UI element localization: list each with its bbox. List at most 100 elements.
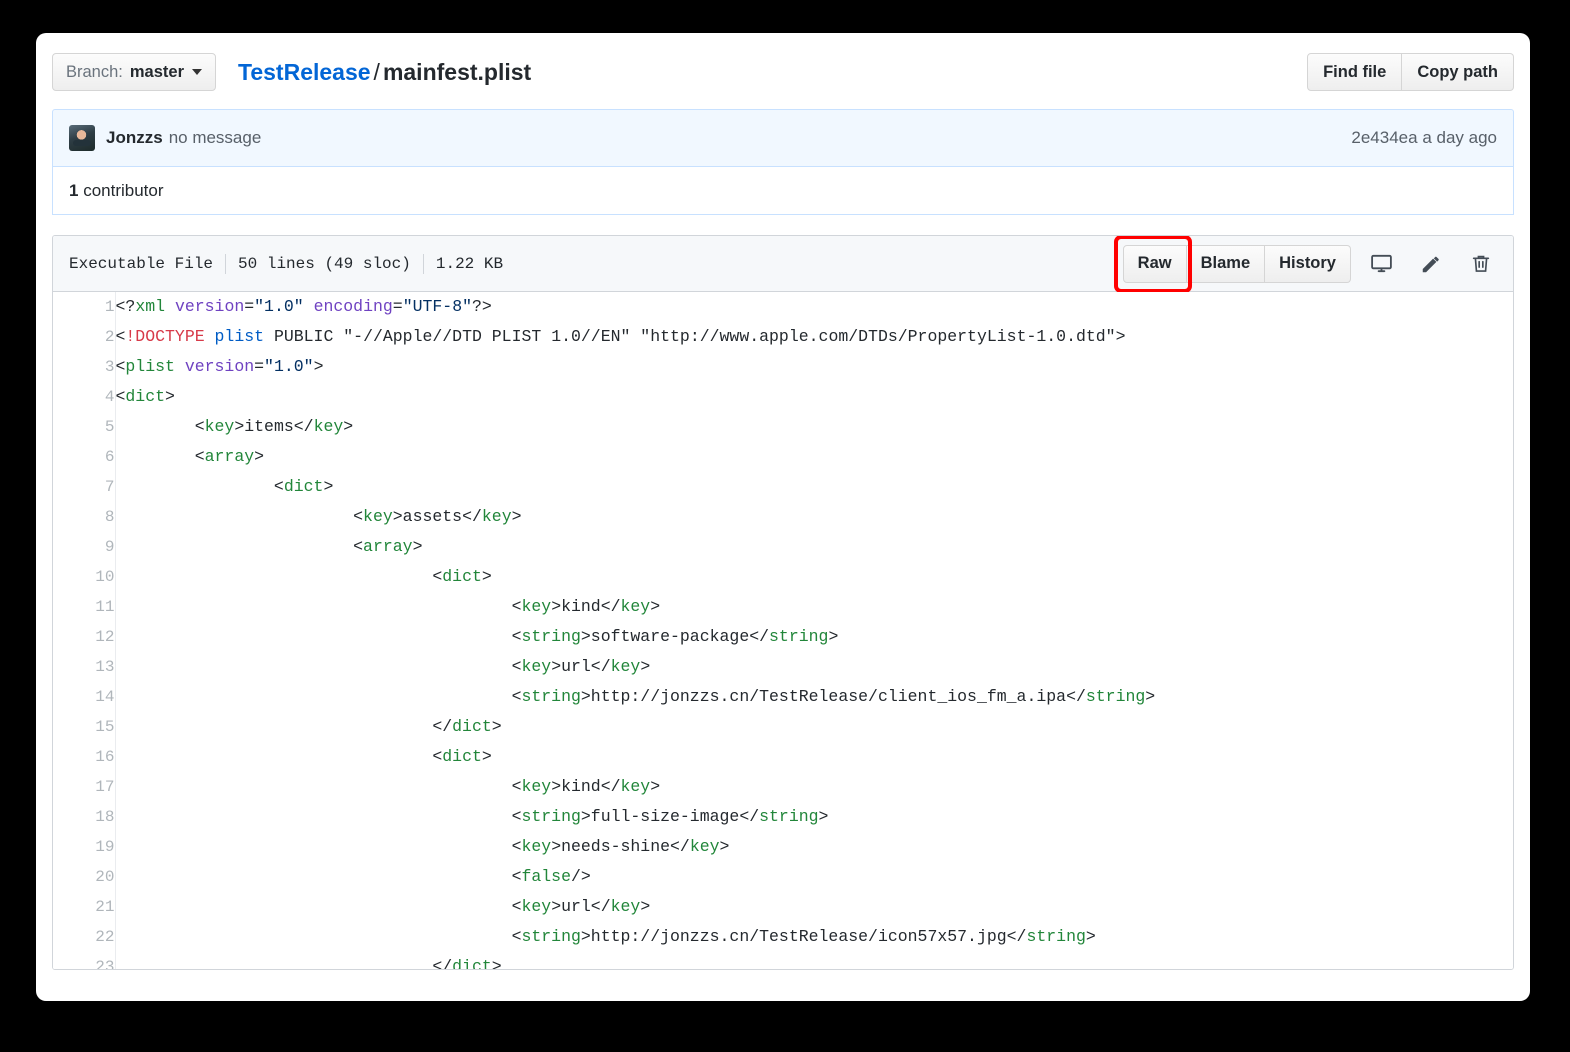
code-line-content: <dict>	[115, 562, 1513, 592]
code-token-tag: key	[611, 657, 641, 676]
code-line-row: 9 <array>	[53, 532, 1513, 562]
breadcrumb-separator: /	[371, 59, 383, 85]
code-token-plain: PUBLIC "-//Apple//DTD PLIST 1.0//EN" "ht…	[264, 327, 1125, 346]
trash-icon[interactable]	[1461, 245, 1501, 283]
line-number[interactable]: 3	[53, 352, 115, 382]
file-meta-bar: Executable File 50 lines (49 sloc) 1.22 …	[53, 236, 1513, 292]
desktop-icon[interactable]	[1361, 245, 1401, 283]
line-number[interactable]: 10	[53, 562, 115, 592]
code-token-plain: >full-size-image</	[581, 807, 759, 826]
line-number[interactable]: 8	[53, 502, 115, 532]
code-token-tag: key	[521, 777, 551, 796]
line-number[interactable]: 11	[53, 592, 115, 622]
line-number[interactable]: 2	[53, 322, 115, 352]
line-number[interactable]: 22	[53, 922, 115, 952]
code-token-tag: key	[690, 837, 720, 856]
code-token-plain: >	[413, 537, 423, 556]
code-line-row: 19 <key>needs-shine</key>	[53, 832, 1513, 862]
code-token-plain: >	[492, 957, 502, 970]
line-number[interactable]: 23	[53, 952, 115, 970]
code-token-attr: encoding	[314, 297, 393, 316]
line-number[interactable]: 21	[53, 892, 115, 922]
line-number[interactable]: 19	[53, 832, 115, 862]
code-viewer[interactable]: 1<?xml version="1.0" encoding="UTF-8"?>2…	[53, 292, 1513, 970]
commit-author-link[interactable]: Jonzzs	[106, 128, 163, 148]
file-actions: Raw Blame History	[1123, 245, 1501, 283]
contributors-label: contributor	[83, 181, 163, 200]
code-token-plain: </	[116, 957, 453, 970]
branch-selector-button[interactable]: Branch: master	[52, 53, 216, 91]
code-token-tag: string	[521, 807, 580, 826]
code-token-plain: >	[640, 657, 650, 676]
code-token-tag: plist	[125, 357, 175, 376]
code-token-tag: key	[611, 897, 641, 916]
code-token-tag: dict	[284, 477, 324, 496]
line-number[interactable]: 15	[53, 712, 115, 742]
code-line-row: 4<dict>	[53, 382, 1513, 412]
code-line-row: 21 <key>url</key>	[53, 892, 1513, 922]
line-number[interactable]: 14	[53, 682, 115, 712]
code-line-row: 11 <key>kind</key>	[53, 592, 1513, 622]
line-number[interactable]: 9	[53, 532, 115, 562]
copy-path-button[interactable]: Copy path	[1402, 53, 1514, 91]
line-number[interactable]: 20	[53, 862, 115, 892]
code-token-attr: version	[185, 357, 254, 376]
code-token-plain: <	[116, 357, 126, 376]
code-line-content: <key>assets</key>	[115, 502, 1513, 532]
code-token-plain: <	[116, 627, 522, 646]
line-number[interactable]: 13	[53, 652, 115, 682]
code-token-tag: key	[363, 507, 393, 526]
code-token-plain	[205, 327, 215, 346]
code-line-row: 17 <key>kind</key>	[53, 772, 1513, 802]
code-line-row: 22 <string>http://jonzzs.cn/TestRelease/…	[53, 922, 1513, 952]
commit-sha[interactable]: 2e434ea	[1351, 128, 1417, 147]
latest-commit-row: Jonzzs no message 2e434ea a day ago	[53, 110, 1513, 166]
code-token-tag: string	[759, 807, 818, 826]
file-page-card: Branch: master TestRelease/mainfest.plis…	[36, 33, 1530, 1001]
line-number[interactable]: 5	[53, 412, 115, 442]
line-number[interactable]: 1	[53, 292, 115, 322]
line-number[interactable]: 12	[53, 622, 115, 652]
code-token-plain: ?>	[472, 297, 492, 316]
breadcrumb-repo-link[interactable]: TestRelease	[238, 59, 371, 85]
code-token-plain: >	[650, 777, 660, 796]
code-token-str: "1.0"	[254, 297, 304, 316]
code-token-tag: key	[482, 507, 512, 526]
code-line-row: 12 <string>software-package</string>	[53, 622, 1513, 652]
line-number[interactable]: 7	[53, 472, 115, 502]
line-number[interactable]: 17	[53, 772, 115, 802]
line-number[interactable]: 6	[53, 442, 115, 472]
code-token-tag: key	[521, 597, 551, 616]
code-token-plain: <?	[116, 297, 136, 316]
line-number[interactable]: 16	[53, 742, 115, 772]
commit-message: no message	[169, 128, 262, 148]
line-number[interactable]: 4	[53, 382, 115, 412]
code-token-tag: dict	[452, 957, 492, 970]
file-line-count: 50 lines (49 sloc)	[226, 255, 423, 273]
pencil-icon[interactable]	[1411, 245, 1451, 283]
find-file-button[interactable]: Find file	[1307, 53, 1402, 91]
blame-button[interactable]: Blame	[1187, 245, 1266, 283]
code-token-tag: string	[521, 687, 580, 706]
line-number[interactable]: 18	[53, 802, 115, 832]
code-table: 1<?xml version="1.0" encoding="UTF-8"?>2…	[53, 292, 1513, 970]
code-line-row: 20 <false/>	[53, 862, 1513, 892]
avatar	[69, 125, 95, 151]
file-content-box: Executable File 50 lines (49 sloc) 1.22 …	[52, 235, 1514, 970]
code-line-content: <key>url</key>	[115, 892, 1513, 922]
code-token-plain: <	[116, 327, 126, 346]
code-token-plain: </	[116, 717, 453, 736]
code-line-content: <string>software-package</string>	[115, 622, 1513, 652]
code-line-content: <key>items</key>	[115, 412, 1513, 442]
code-token-plain: />	[571, 867, 591, 886]
history-button[interactable]: History	[1265, 245, 1351, 283]
raw-button[interactable]: Raw	[1123, 245, 1187, 283]
code-token-plain: <	[116, 687, 522, 706]
code-token-plain: >needs-shine</	[551, 837, 690, 856]
code-line-content: <!DOCTYPE plist PUBLIC "-//Apple//DTD PL…	[115, 322, 1513, 352]
code-line-content: <array>	[115, 532, 1513, 562]
header-actions: Find file Copy path	[1307, 53, 1514, 91]
code-token-tag: key	[621, 777, 651, 796]
branch-label: Branch:	[66, 63, 123, 82]
code-token-name: plist	[215, 327, 265, 346]
